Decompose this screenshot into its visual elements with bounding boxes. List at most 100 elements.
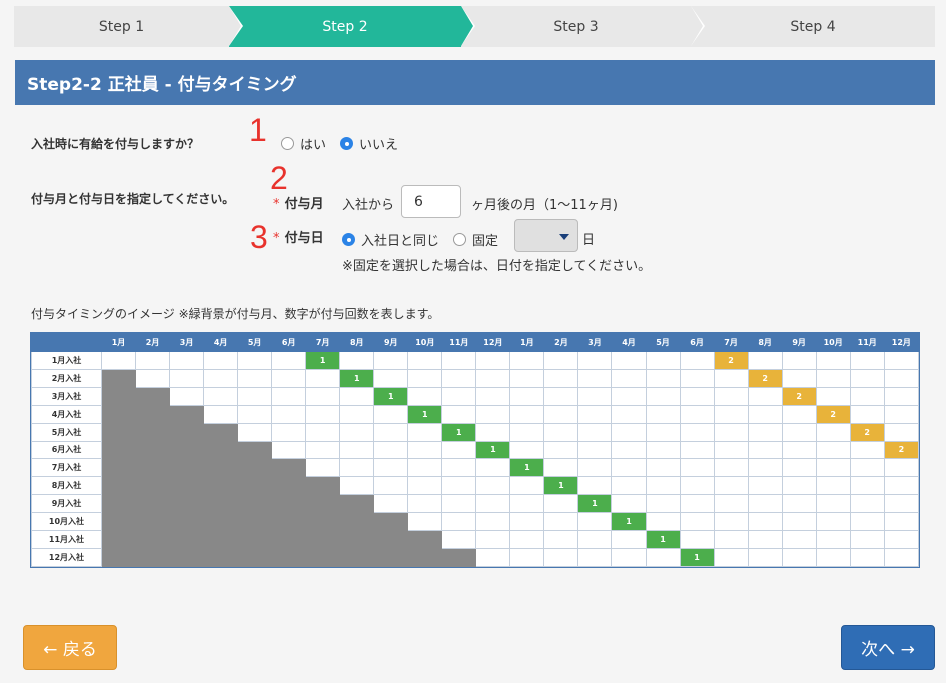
grid-cell (577, 386, 613, 406)
grid-cell-before-join (203, 494, 239, 514)
grid-cell (407, 476, 443, 496)
grid-cell (645, 386, 681, 406)
grid-cell-first-grant: 1 (373, 386, 409, 406)
grid-cell (611, 530, 647, 549)
grid-cell (713, 368, 749, 388)
grant-day-fixed-radio[interactable]: 固定 (453, 230, 498, 249)
step-3[interactable]: Step 3 (461, 6, 691, 47)
grid-cell (815, 476, 851, 496)
grid-cell (373, 494, 409, 514)
grid-cell (883, 547, 920, 568)
grid-cell-before-join (169, 458, 205, 478)
grid-cell (645, 351, 681, 370)
grid-cell (849, 386, 885, 406)
grid-month-header: 3月 (577, 333, 613, 352)
grid-cell-first-grant: 1 (679, 547, 715, 568)
grid-cell-before-join (203, 422, 239, 442)
grant-month-suffix: ヶ月後の月（1〜11ヶ月) (471, 198, 618, 213)
grid-row-header: 8月入社 (31, 476, 102, 496)
grid-cell (305, 422, 341, 442)
grid-cell (543, 512, 579, 532)
radio-dot[interactable] (340, 137, 354, 150)
grid-cell-before-join (169, 476, 205, 496)
grant-on-join-yes-radio[interactable]: はい (281, 134, 326, 153)
grid-cell (305, 368, 341, 388)
grid-cell (271, 351, 307, 370)
grid-cell (645, 422, 681, 442)
grid-cell-before-join (203, 512, 239, 532)
grid-cell (339, 458, 375, 478)
step-4[interactable]: Step 4 (691, 6, 935, 47)
grid-cell-before-join (373, 512, 409, 532)
grid-cell (815, 351, 851, 370)
radio-dot[interactable] (281, 137, 294, 150)
grid-cell-first-grant: 1 (543, 476, 579, 496)
radio-label: 入社日と同じ (361, 234, 440, 249)
radio-dot[interactable] (453, 233, 467, 246)
grid-cell-before-join (271, 512, 307, 532)
grant-month-input[interactable]: 6 (401, 185, 461, 218)
grid-cell (169, 351, 205, 370)
grid-month-header: 9月 (781, 333, 817, 352)
grid-cell (815, 368, 851, 388)
grid-cell (543, 458, 579, 478)
grid-cell (781, 404, 817, 424)
grid-cell-before-join (135, 547, 171, 568)
grid-cell (543, 530, 579, 549)
grant-day-same-radio[interactable]: 入社日と同じ (342, 230, 439, 249)
grid-cell-before-join (237, 458, 273, 478)
grid-cell (611, 368, 647, 388)
grid-cell (883, 458, 920, 478)
next-button[interactable]: 次へ → (841, 625, 935, 670)
back-button[interactable]: ← 戻る (23, 625, 117, 670)
grid-cell (679, 422, 715, 442)
grid-row: 6月入社 1 2 (31, 440, 920, 460)
grid-cell (441, 512, 477, 532)
radio-label: はい (300, 138, 327, 153)
grid-cell-before-join (339, 547, 375, 568)
grid-cell (543, 440, 579, 460)
grid-month-header: 5月 (645, 333, 681, 352)
grid-cell (305, 404, 341, 424)
grid-cell (883, 530, 920, 549)
grid-cell (611, 440, 647, 460)
grid-cell (815, 440, 851, 460)
grid-cell (645, 440, 681, 460)
grid-cell (611, 386, 647, 406)
grid-cell (747, 404, 783, 424)
grid-body: 1月入社 1 2 2月入社 1 2 3月入社 1 2 4月入社 1 2 5月入社 1 2 6月入社 1 2 7月入社… (31, 351, 920, 568)
grid-cell-before-join (441, 547, 477, 568)
grid-cell (713, 404, 749, 424)
grid-cell-before-join (237, 476, 273, 496)
step-2[interactable]: Step 2 (229, 6, 461, 47)
grid-cell-before-join (305, 547, 341, 568)
grid-cell (509, 351, 545, 370)
step-1[interactable]: Step 1 (14, 6, 229, 47)
grant-timing-grid: 1月 2月 3月 4月 5月 6月 7月 8月 9月 10月 11月 12月 1月 2月 3月 4月 5月 6月 7… (30, 332, 920, 568)
step-1-label: Step 1 (98, 18, 145, 35)
grant-on-join-label: 入社時に有給を付与しますか？ (31, 137, 200, 151)
grid-cell (543, 351, 579, 370)
grid-cell-first-grant: 1 (475, 440, 511, 460)
grid-cell-before-join (100, 386, 137, 406)
grid-cell (849, 476, 885, 496)
grid-cell-before-join (271, 494, 307, 514)
grid-cell (611, 476, 647, 496)
grid-cell (781, 458, 817, 478)
grant-day-select[interactable] (514, 219, 578, 252)
radio-dot[interactable] (342, 233, 355, 246)
grid-cell (305, 440, 341, 460)
grid-cell (815, 530, 851, 549)
grid-cell (747, 547, 783, 568)
grid-cell (781, 530, 817, 549)
grid-cell-before-join (407, 530, 443, 549)
grid-cell (713, 547, 749, 568)
grid-row-header: 3月入社 (31, 386, 102, 406)
grid-row-header: 6月入社 (31, 440, 102, 460)
grid-cell (475, 404, 511, 424)
grid-month-header: 4月 (203, 333, 239, 352)
grid-corner (31, 333, 102, 352)
grid-cell (815, 458, 851, 478)
grid-row: 11月入社 1 (31, 530, 920, 549)
grant-on-join-no-radio[interactable]: いいえ (340, 134, 398, 153)
